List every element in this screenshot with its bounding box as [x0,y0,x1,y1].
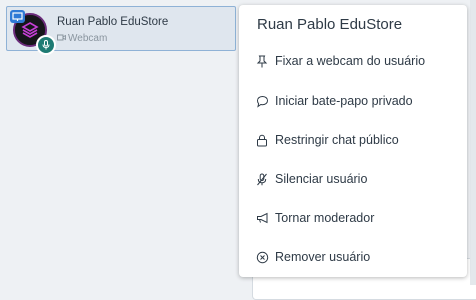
webcam-icon [57,33,66,44]
user-name: Ruan Pablo EduStore [57,16,169,28]
menu-title: Ruan Pablo EduStore [257,16,403,33]
user-status-label: Webcam [68,33,108,44]
chat-bubble-icon [255,94,269,108]
menu-item-remove-user[interactable]: Remover usuário [239,242,467,272]
menu-item-label: Tornar moderador [275,211,375,225]
menu-item-mute-user[interactable]: Silenciar usuário [239,164,467,194]
remove-circle-icon [255,250,269,264]
lock-icon [255,133,269,147]
pin-icon [255,54,269,68]
mic-off-icon [255,172,269,186]
menu-item-label: Fixar a webcam do usuário [275,54,426,68]
user-status: Webcam [57,33,107,44]
user-list-item[interactable]: Ruan Pablo EduStore Webcam [6,6,236,55]
menu-item-label: Iniciar bate-papo privado [275,94,413,108]
menu-item-private-chat[interactable]: Iniciar bate-papo privado [239,86,467,116]
menu-item-label: Restringir chat público [275,133,399,147]
microphone-icon [36,35,56,55]
menu-item-label: Remover usuário [275,250,371,264]
menu-item-label: Silenciar usuário [275,172,368,186]
menu-item-restrict-chat[interactable]: Restringir chat público [239,125,467,155]
user-options-menu: Ruan Pablo EduStore Fixar a webcam do us… [239,5,467,277]
menu-item-pin-webcam[interactable]: Fixar a webcam do usuário [239,46,467,76]
menu-item-make-moderator[interactable]: Tornar moderador [239,203,467,233]
megaphone-icon [255,211,269,225]
scrollbar-track[interactable] [470,0,476,285]
presenter-icon [10,10,25,23]
